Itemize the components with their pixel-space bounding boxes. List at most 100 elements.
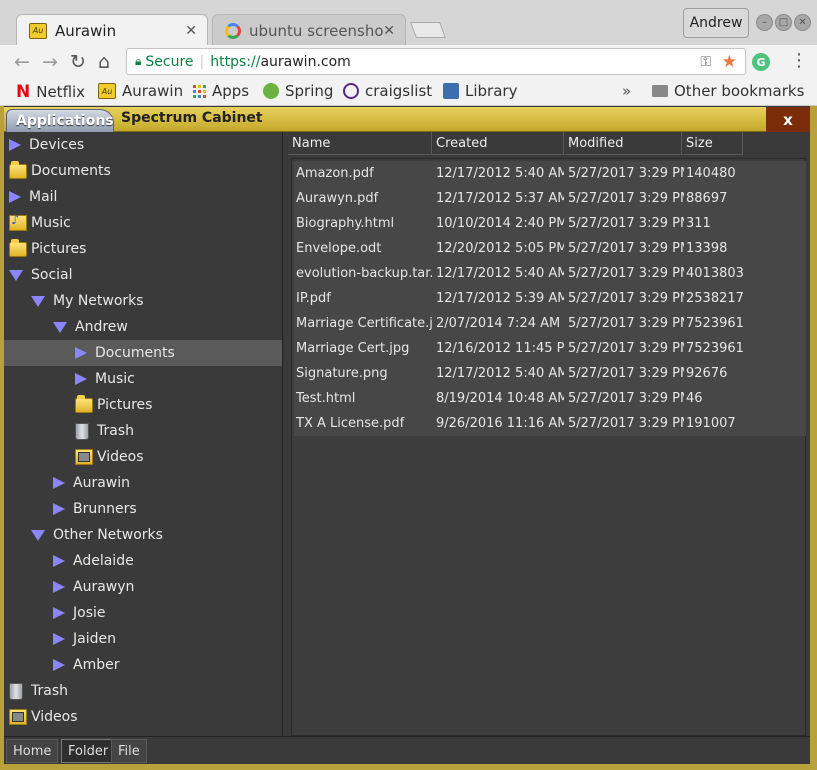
- tree-item[interactable]: Documents: [4, 158, 282, 184]
- tree-item[interactable]: Jaiden: [4, 626, 282, 652]
- forward-icon[interactable]: →: [42, 51, 58, 73]
- file-size: 191007: [686, 416, 736, 431]
- tab-aurawin[interactable]: Au Aurawin ✕: [16, 14, 208, 46]
- tab-ubuntu-screenshot[interactable]: ubuntu screenshot ✕: [212, 14, 406, 46]
- music-folder-icon[interactable]: [9, 213, 27, 231]
- tree-item-label: Social: [31, 267, 73, 283]
- tree-item[interactable]: My Networks: [4, 288, 282, 314]
- bookmark-apps[interactable]: Apps: [193, 82, 249, 100]
- expand-arrow-icon[interactable]: [53, 503, 65, 515]
- bookmark-spring[interactable]: Spring: [263, 82, 333, 100]
- tree-item[interactable]: Mail: [4, 184, 282, 210]
- collapse-arrow-icon[interactable]: [31, 529, 45, 541]
- address-bar[interactable]: 🔒︎ Secure | https:// aurawin.com ⚿ ★: [126, 48, 746, 75]
- tree-item[interactable]: Music: [4, 210, 282, 236]
- expand-arrow-icon[interactable]: [53, 555, 65, 567]
- file-row[interactable]: TX A License.pdf 9/26/2016 11:16 AM 5/27/2…: [294, 411, 806, 436]
- profile-button[interactable]: Andrew: [683, 8, 749, 38]
- applications-button[interactable]: Applications: [6, 109, 114, 133]
- tree-item[interactable]: Other Networks: [4, 522, 282, 548]
- tree-item[interactable]: Amber: [4, 652, 282, 678]
- expand-arrow-icon[interactable]: [53, 581, 65, 593]
- tree-item[interactable]: Andrew: [4, 314, 282, 340]
- bookmark-netflix[interactable]: N Netflix: [16, 82, 85, 102]
- tree-item[interactable]: Devices: [4, 132, 282, 158]
- file-row[interactable]: Signature.png 12/17/2012 5:40 AM 5/27/2017…: [294, 361, 806, 386]
- tree-item[interactable]: Aurawin: [4, 470, 282, 496]
- file-row[interactable]: Test.html 8/19/2014 10:48 AM 5/27/2017 3:2…: [294, 386, 806, 411]
- tree-item[interactable]: Videos: [4, 444, 282, 470]
- tree-item[interactable]: Documents: [4, 340, 282, 366]
- tab-close-icon[interactable]: ✕: [383, 23, 395, 39]
- expand-arrow-icon[interactable]: [53, 607, 65, 619]
- file-row[interactable]: Marriage Certificate.jpg 2/07/2014 7:24 A…: [294, 311, 806, 336]
- folder-icon[interactable]: [9, 160, 27, 179]
- netflix-icon: N: [16, 82, 31, 102]
- tree-item[interactable]: Josie: [4, 600, 282, 626]
- collapse-arrow-icon[interactable]: [9, 269, 23, 281]
- collapse-arrow-icon[interactable]: [53, 321, 67, 333]
- column-modified[interactable]: Modified: [564, 132, 682, 155]
- expand-arrow-icon[interactable]: [75, 347, 87, 359]
- tree-item[interactable]: Adelaide: [4, 548, 282, 574]
- back-icon[interactable]: ←: [14, 51, 30, 73]
- tree-item[interactable]: Trash: [4, 678, 282, 704]
- file-row[interactable]: Biography.html 10/10/2014 2:40 PM 5/27/201…: [294, 211, 806, 236]
- home-tab[interactable]: Home: [6, 739, 59, 763]
- folder-tab[interactable]: Folder: [61, 739, 116, 763]
- bookmark-craigslist[interactable]: craigslist: [343, 82, 432, 100]
- bookmark-label: Netflix: [36, 83, 86, 101]
- file-row[interactable]: IP.pdf 12/17/2012 5:39 AM 5/27/2017 3:29 P…: [294, 286, 806, 311]
- reload-icon[interactable]: ↻: [70, 51, 86, 73]
- bookmark-library[interactable]: Library: [443, 82, 517, 100]
- browser-menu-icon[interactable]: ⋮: [790, 50, 808, 71]
- trash-icon[interactable]: [9, 682, 23, 700]
- other-bookmarks[interactable]: Other bookmarks: [652, 82, 804, 100]
- tree-item[interactable]: Videos: [4, 704, 282, 730]
- folder-icon[interactable]: [75, 394, 93, 413]
- file-row[interactable]: Marriage Cert.jpg 12/16/2012 11:45 PM 5/27…: [294, 336, 806, 361]
- tree-item[interactable]: Pictures: [4, 236, 282, 262]
- tree-item[interactable]: Aurawyn: [4, 574, 282, 600]
- column-size[interactable]: Size: [682, 132, 743, 155]
- expand-arrow-icon[interactable]: [53, 477, 65, 489]
- expand-arrow-icon[interactable]: [75, 373, 87, 385]
- file-row[interactable]: Amazon.pdf 12/17/2012 5:40 AM 5/27/2017 3:…: [294, 161, 806, 186]
- folder-icon[interactable]: [9, 238, 27, 257]
- home-icon[interactable]: ⌂: [98, 51, 110, 73]
- window-close-icon[interactable]: ✕: [794, 14, 811, 31]
- tree-item[interactable]: Music: [4, 366, 282, 392]
- file-created: 9/26/2016 11:16 AM: [436, 416, 564, 431]
- minimize-icon[interactable]: –: [756, 14, 773, 31]
- column-created[interactable]: Created: [432, 132, 564, 155]
- key-icon[interactable]: ⚿: [700, 54, 711, 70]
- expand-arrow-icon[interactable]: [9, 139, 21, 151]
- file-tab[interactable]: File: [111, 739, 147, 763]
- file-row[interactable]: evolution-backup.tar.gz 12/17/2012 5:40 A…: [294, 261, 806, 286]
- video-folder-icon[interactable]: [75, 449, 93, 465]
- video-folder-icon[interactable]: [9, 709, 27, 725]
- trash-icon[interactable]: [75, 422, 89, 440]
- collapse-arrow-icon[interactable]: [31, 295, 45, 307]
- bookmark-label: Spring: [285, 82, 334, 100]
- tree-item[interactable]: Pictures: [4, 392, 282, 418]
- peace-sign-icon: [343, 83, 359, 99]
- maximize-icon[interactable]: □: [775, 14, 792, 31]
- bookmark-star-icon[interactable]: ★: [722, 52, 737, 72]
- grammarly-extension-icon[interactable]: G: [752, 53, 770, 71]
- tree-item[interactable]: Social: [4, 262, 282, 288]
- expand-arrow-icon[interactable]: [53, 633, 65, 645]
- column-name[interactable]: Name: [288, 132, 432, 155]
- app-close-button[interactable]: x: [766, 107, 810, 132]
- bookmark-aurawin[interactable]: Au Aurawin: [98, 82, 183, 100]
- expand-arrow-icon[interactable]: [53, 659, 65, 671]
- expand-arrow-icon[interactable]: [9, 191, 21, 203]
- tree-item[interactable]: Brunners: [4, 496, 282, 522]
- bookmarks-overflow-icon[interactable]: »: [622, 82, 631, 100]
- tree-item[interactable]: Trash: [4, 418, 282, 444]
- file-row[interactable]: Aurawyn.pdf 12/17/2012 5:37 AM 5/27/2017 3…: [294, 186, 806, 211]
- new-tab-button[interactable]: [410, 22, 446, 38]
- tab-close-icon[interactable]: ✕: [185, 23, 197, 39]
- file-row[interactable]: Envelope.odt 12/20/2012 5:05 PM 5/27/2017 …: [294, 236, 806, 261]
- file-modified: 5/27/2017 3:29 PM: [568, 341, 684, 356]
